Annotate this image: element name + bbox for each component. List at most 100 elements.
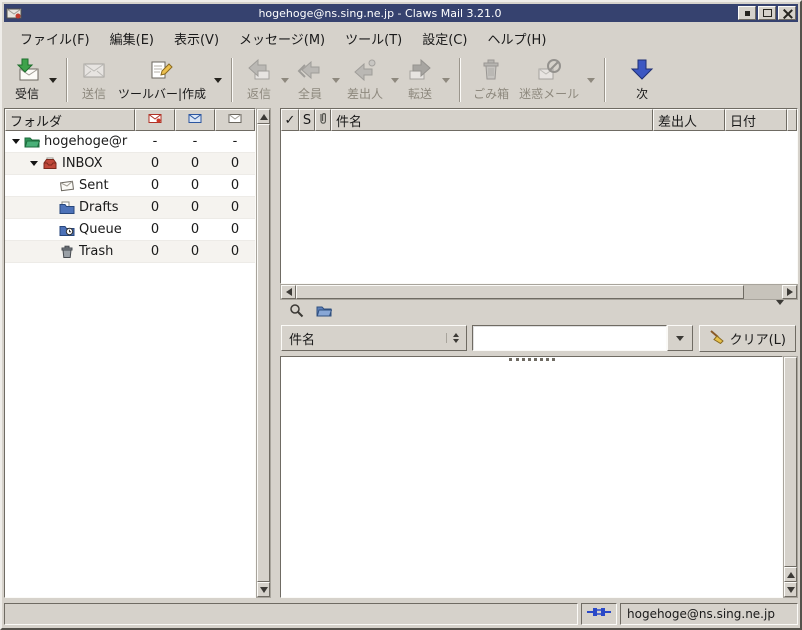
clear-search-button[interactable]: クリア(L) <box>698 324 796 352</box>
scrollbar-thumb[interactable] <box>296 285 744 299</box>
spam-icon <box>536 58 562 82</box>
scroll-down-button[interactable] <box>257 582 270 597</box>
account-folder-icon <box>24 135 40 148</box>
attachment-icon <box>317 111 329 129</box>
search-type-combo[interactable]: 件名 <box>281 325 467 351</box>
quicksearch-collapse-arrow[interactable] <box>776 299 784 320</box>
trash-button[interactable]: ごみ箱 <box>468 55 514 105</box>
search-folder-icon <box>316 304 333 321</box>
forward-button[interactable]: 転送 <box>401 55 439 105</box>
header-pane-grip[interactable] <box>508 358 555 361</box>
pane-splitter[interactable] <box>271 108 280 598</box>
menu-help[interactable]: ヘルプ(H) <box>477 25 556 52</box>
minimize-button[interactable] <box>738 6 756 20</box>
folder-tree: hogehoge@r - - - INBOX 0 0 0 Sent 0 0 0 … <box>5 131 255 597</box>
scroll-right-button[interactable] <box>782 285 797 299</box>
next-button[interactable]: 次 <box>623 55 661 105</box>
menu-tools[interactable]: ツール(T) <box>335 25 412 52</box>
reply-icon <box>246 58 272 82</box>
col-spacer-header <box>787 109 797 131</box>
scrollbar-trough[interactable] <box>744 285 782 299</box>
send-button[interactable]: 送信 <box>75 55 113 105</box>
folder-unread-count: 0 <box>190 178 200 193</box>
scroll-up-button[interactable] <box>257 109 270 124</box>
reply-sender-button[interactable]: 差出人 <box>342 55 388 105</box>
trash-folder-icon <box>59 245 75 258</box>
menu-view[interactable]: 表示(V) <box>164 25 229 52</box>
menu-config[interactable]: 設定(C) <box>412 25 477 52</box>
col-from-header[interactable]: 差出人 <box>653 109 725 131</box>
message-list-hscrollbar[interactable] <box>280 284 798 300</box>
receive-dropdown-arrow[interactable] <box>46 55 59 105</box>
reply-all-dropdown-arrow[interactable] <box>329 55 342 105</box>
reply-sender-dropdown-arrow[interactable] <box>388 55 401 105</box>
expander-icon[interactable] <box>30 161 38 166</box>
folder-unread-count: 0 <box>190 244 200 259</box>
scrollbar-thumb[interactable] <box>784 357 797 567</box>
new-count-column-header[interactable] <box>135 109 175 131</box>
toolbar: 受信 送信 ツールバー|作成 返信 全員 差出人 転送 ごみ箱 迷惑メール 次 <box>4 52 798 108</box>
compose-button[interactable]: ツールバー|作成 <box>113 55 211 105</box>
col-date-header[interactable]: 日付 <box>725 109 787 131</box>
search-history-button[interactable] <box>666 325 693 351</box>
quicksearch-folder-button[interactable] <box>312 302 336 322</box>
chevron-down-icon <box>675 335 684 341</box>
col-attachment-header[interactable] <box>315 109 331 131</box>
forward-dropdown-arrow[interactable] <box>439 55 452 105</box>
expander-icon[interactable] <box>12 139 20 144</box>
col-mark-header[interactable]: ✓ <box>281 109 299 131</box>
clear-icon <box>709 329 725 348</box>
toolbar-separator <box>231 58 234 102</box>
spam-dropdown-arrow[interactable] <box>584 55 597 105</box>
reply-all-icon <box>297 58 323 82</box>
titlebar[interactable]: hogehoge@ns.sing.ne.jp - Claws Mail 3.21… <box>4 4 798 22</box>
scroll-up-button[interactable] <box>784 567 797 582</box>
folder-column-header[interactable]: フォルダ <box>5 109 135 131</box>
folder-row-drafts[interactable]: Drafts 0 0 0 <box>5 197 255 219</box>
reply-all-button[interactable]: 全員 <box>291 55 329 105</box>
quicksearch-magnifier-button[interactable] <box>284 302 308 322</box>
folder-total-count: 0 <box>230 178 240 193</box>
compose-dropdown-arrow[interactable] <box>211 55 224 105</box>
col-status-header[interactable]: S <box>299 109 315 131</box>
folder-pane-scrollbar[interactable] <box>256 108 271 598</box>
scrollbar-thumb[interactable] <box>257 124 270 582</box>
folder-row-sent[interactable]: Sent 0 0 0 <box>5 175 255 197</box>
folder-row-trash[interactable]: Trash 0 0 0 <box>5 241 255 263</box>
message-pane: ✓ S 件名 差出人 日付 件名 クリア(L) <box>280 108 798 598</box>
app-icon[interactable] <box>6 5 22 21</box>
combo-stepper-icon <box>446 333 459 343</box>
scroll-left-button[interactable] <box>281 285 296 299</box>
spam-button[interactable]: 迷惑メール <box>514 55 584 105</box>
folder-row-queue[interactable]: Queue 0 0 0 <box>5 219 255 241</box>
message-view-scrollbar[interactable] <box>783 356 798 598</box>
inbox-icon <box>42 157 58 170</box>
folder-row-account[interactable]: hogehoge@r - - - <box>5 131 255 153</box>
total-count-column-header[interactable] <box>215 109 255 131</box>
send-mail-icon <box>81 58 107 82</box>
folder-row-inbox[interactable]: INBOX 0 0 0 <box>5 153 255 175</box>
drafts-icon <box>59 201 75 214</box>
reply-button[interactable]: 返信 <box>240 55 278 105</box>
reply-dropdown-arrow[interactable] <box>278 55 291 105</box>
network-status-button[interactable] <box>581 602 617 625</box>
message-view[interactable] <box>280 356 783 598</box>
menu-message[interactable]: メッセージ(M) <box>229 25 335 52</box>
receive-button[interactable]: 受信 <box>8 55 46 105</box>
minimize-icon <box>744 10 750 16</box>
col-subject-header[interactable]: 件名 <box>331 109 653 131</box>
maximize-button[interactable] <box>758 6 776 20</box>
unread-count-column-header[interactable] <box>175 109 215 131</box>
search-entry[interactable] <box>472 325 667 351</box>
close-button[interactable] <box>778 6 796 20</box>
menu-file[interactable]: ファイル(F) <box>10 25 100 52</box>
unread-count-icon <box>188 113 202 128</box>
menu-edit[interactable]: 編集(E) <box>100 25 164 52</box>
scroll-down-button[interactable] <box>784 582 797 597</box>
folder-unread-count: 0 <box>190 200 200 215</box>
new-count-icon <box>148 113 162 128</box>
message-list[interactable] <box>281 131 797 283</box>
folder-unread-count: - <box>192 134 198 149</box>
status-message-area <box>4 602 578 625</box>
folder-total-count: 0 <box>230 200 240 215</box>
